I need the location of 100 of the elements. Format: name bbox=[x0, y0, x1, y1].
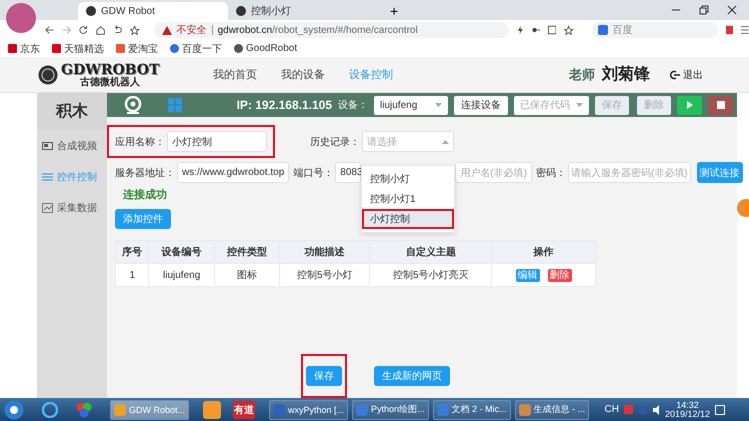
sidebar-item[interactable]: 采集数据 bbox=[37, 193, 107, 222]
table-cell: 1 bbox=[116, 264, 149, 286]
site-icon bbox=[8, 44, 17, 53]
site-icon bbox=[116, 44, 125, 53]
logo-text: GDWROBOT bbox=[61, 62, 160, 78]
table-cell: 控制5号小灯亮灭 bbox=[370, 264, 492, 286]
field-label: 密码： bbox=[536, 166, 566, 180]
app-icon bbox=[518, 404, 531, 416]
new-tab-button[interactable]: + bbox=[386, 2, 402, 20]
logo-subtitle: 古德微机器人 bbox=[80, 78, 140, 88]
app-icon bbox=[273, 404, 286, 416]
dropdown-option[interactable]: 控制小灯1 bbox=[362, 189, 454, 209]
caret-icon bbox=[576, 103, 583, 107]
ip-address: IP: 192.168.1.105 bbox=[236, 98, 332, 112]
browser-tab[interactable]: 控制小灯 bbox=[228, 2, 378, 20]
site-icon bbox=[234, 44, 243, 53]
bookmark-link[interactable]: 天猫精选 bbox=[52, 42, 104, 56]
delete-button[interactable]: 删除 bbox=[548, 268, 572, 282]
robot-logo-icon bbox=[38, 64, 58, 84]
back-icon[interactable] bbox=[45, 25, 54, 35]
run-button[interactable] bbox=[677, 96, 702, 114]
column-header: 自定义主题 bbox=[370, 240, 492, 264]
field-label: 服务器地址： bbox=[115, 166, 175, 180]
table-cell: 控制5号小灯 bbox=[280, 264, 370, 286]
app-name-field[interactable]: 小灯控制 bbox=[167, 131, 267, 152]
server-field[interactable]: ws://www.gdwrobot.top bbox=[177, 162, 290, 183]
start-icon[interactable] bbox=[4, 400, 24, 420]
play-icon bbox=[686, 101, 692, 109]
user-name: 刘菊锋 bbox=[602, 64, 650, 85]
field-label: 端口号： bbox=[293, 166, 334, 180]
panel-title: 积木 bbox=[37, 93, 107, 129]
search-placeholder: 百度 bbox=[612, 24, 633, 37]
warning-icon bbox=[162, 26, 172, 34]
add-control-button[interactable]: 添加控件 bbox=[115, 209, 171, 229]
dictionary-app-icon[interactable]: 有道 bbox=[233, 400, 256, 418]
nav-link[interactable]: 我的设备 bbox=[281, 67, 325, 82]
column-header: 设备编号 bbox=[148, 240, 214, 264]
app-icon bbox=[114, 404, 126, 416]
taskbar-button[interactable]: Python绘图... bbox=[352, 400, 429, 420]
sidebar-item-icon bbox=[42, 140, 53, 150]
stop-button[interactable] bbox=[708, 96, 733, 114]
caret-icon bbox=[435, 103, 442, 107]
volume-icon[interactable] bbox=[652, 404, 660, 414]
bookmark-link[interactable]: GoodRobot bbox=[234, 43, 298, 54]
reload-icon[interactable] bbox=[79, 25, 88, 35]
dropdown-option[interactable]: 控制小灯 bbox=[362, 169, 454, 189]
close-icon[interactable] bbox=[727, 5, 737, 15]
generate-page-button[interactable]: 生成新的网页 bbox=[374, 366, 450, 386]
table-cell: 图标 bbox=[214, 264, 280, 286]
column-header: 控件类型 bbox=[214, 240, 280, 264]
browser-tab[interactable]: GDW Robot bbox=[78, 2, 228, 20]
save-button[interactable]: 保存 bbox=[306, 366, 342, 386]
app-icon[interactable] bbox=[76, 402, 92, 418]
address-bar[interactable]: 不安全 gdwrobot.cn/robot_system/#/home/carcontrol bbox=[154, 22, 509, 38]
app-icon bbox=[436, 404, 449, 416]
bookmark-link[interactable]: 百度一下 bbox=[170, 42, 222, 56]
star-icon[interactable] bbox=[564, 24, 574, 36]
site-icon bbox=[52, 44, 61, 53]
show-desktop-icon[interactable] bbox=[715, 404, 725, 414]
site-icon bbox=[170, 44, 179, 53]
column-header: 功能描述 bbox=[280, 240, 370, 264]
role-label: 老师 bbox=[569, 66, 595, 84]
undo-icon[interactable] bbox=[113, 25, 122, 35]
logout-button[interactable]: 退出 bbox=[664, 66, 709, 82]
device-select[interactable]: liujufeng bbox=[374, 96, 448, 114]
field-label: 应用名称： bbox=[115, 136, 165, 148]
app-icon bbox=[356, 404, 368, 416]
column-header: 序号 bbox=[116, 240, 149, 264]
caret-icon bbox=[442, 140, 449, 144]
sidebar-item[interactable]: 合成视频 bbox=[37, 131, 107, 160]
sidebar-item-icon bbox=[42, 202, 53, 212]
sidebar-item-icon bbox=[42, 172, 53, 182]
bookmark-link[interactable]: 京东 bbox=[8, 42, 40, 56]
stop-icon bbox=[716, 101, 724, 109]
column-header: 操作 bbox=[492, 240, 596, 264]
taskbar-button[interactable]: 生成信息 - ... bbox=[514, 400, 590, 420]
taskbar-button[interactable]: GDW Robot... bbox=[110, 400, 190, 420]
clock: 14:32 2019/12/12 bbox=[664, 400, 710, 418]
taskbar-button[interactable]: wxyPython [... bbox=[269, 400, 348, 420]
test-connection-button[interactable]: 测试连接 bbox=[696, 162, 743, 183]
nav-link[interactable]: 我的首页 bbox=[213, 67, 257, 82]
star-icon[interactable] bbox=[130, 24, 140, 36]
home-icon[interactable] bbox=[96, 24, 106, 36]
dropdown-option[interactable]: 小灯控制 bbox=[362, 209, 454, 229]
logout-icon bbox=[670, 70, 680, 80]
webcam-icon[interactable] bbox=[124, 96, 142, 114]
avatar-photo bbox=[6, 3, 36, 33]
connect-button[interactable]: 连接设备 bbox=[454, 96, 508, 114]
table-cell: liujufeng bbox=[148, 264, 214, 286]
browser-icon[interactable] bbox=[42, 402, 58, 418]
edit-button[interactable]: 编辑 bbox=[516, 268, 540, 282]
connection-status: 连接成功 bbox=[123, 188, 167, 202]
menu-icon[interactable] bbox=[741, 25, 749, 35]
bolt-icon[interactable] bbox=[516, 25, 524, 35]
taskbar-button[interactable]: 文档 2 - Mic... bbox=[432, 400, 511, 420]
restore-icon[interactable] bbox=[699, 5, 709, 15]
input-method-indicator[interactable]: CH bbox=[604, 404, 619, 415]
search-field[interactable]: 百度 bbox=[592, 22, 718, 38]
bookmark-link[interactable]: 爱淘宝 bbox=[116, 42, 158, 56]
field-label: 历史记录： bbox=[310, 136, 360, 148]
